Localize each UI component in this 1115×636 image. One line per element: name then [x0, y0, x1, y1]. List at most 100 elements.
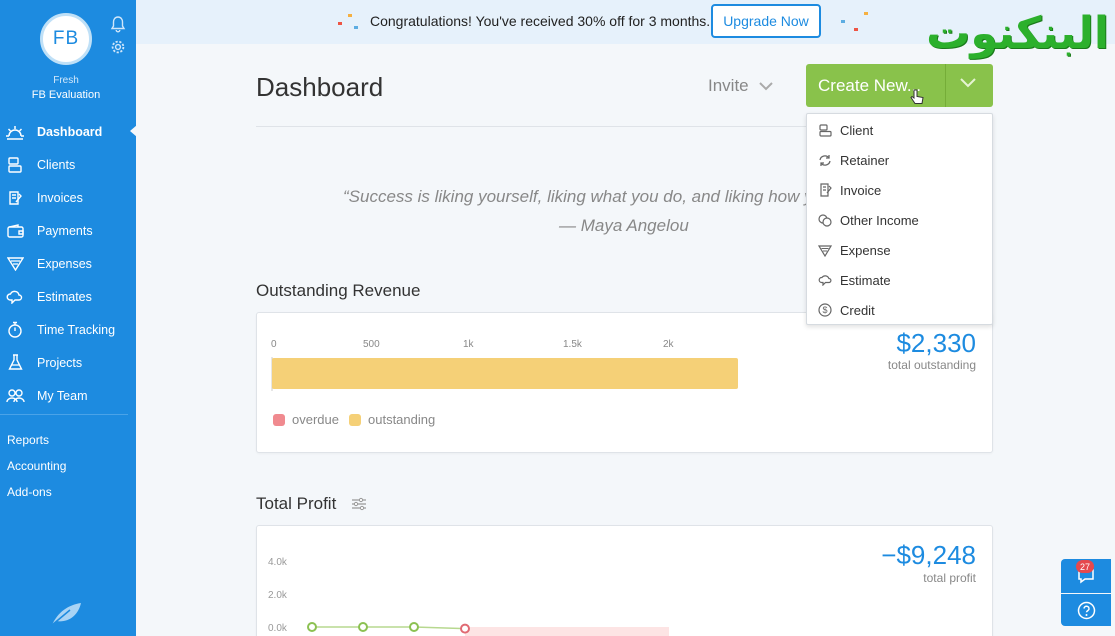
hand-cursor-icon [910, 89, 924, 104]
outstanding-amount: $2,330 [896, 328, 976, 358]
sidebar-item-time-tracking[interactable]: Time Tracking [0, 313, 136, 346]
dropdown-item-estimate[interactable]: Estimate [817, 272, 891, 288]
help-button[interactable] [1061, 594, 1111, 626]
confetti-icon [338, 22, 342, 25]
dropdown-item-invoice[interactable]: Invoice [817, 182, 881, 198]
total-profit-title: Total Profit [256, 494, 337, 513]
dollar-circle-icon: $ [817, 302, 833, 318]
sidebar-item-label: Projects [37, 355, 83, 370]
sidebar-nav: Dashboard Clients Invoices Payments Expe… [0, 115, 137, 412]
dropdown-item-client[interactable]: Client [817, 122, 873, 138]
wallet-icon [5, 221, 25, 241]
avatar[interactable]: FB [40, 13, 92, 65]
dropdown-item-label: Retainer [840, 152, 890, 168]
sidebar-item-payments[interactable]: Payments [0, 214, 136, 247]
expense-icon [5, 254, 25, 274]
dropdown-item-credit[interactable]: $ Credit [817, 302, 875, 318]
sidebar-item-invoices[interactable]: Invoices [0, 181, 136, 214]
gear-icon[interactable] [110, 39, 126, 55]
confetti-icon [841, 20, 845, 23]
sidebar: FB Fresh FB Evaluation Dashboard Clients… [0, 0, 137, 636]
dropdown-item-other-income[interactable]: Other Income [817, 212, 919, 228]
notification-badge: 27 [1076, 560, 1094, 573]
sidebar-link-add-ons[interactable]: Add-ons [7, 485, 66, 511]
filter-sliders-icon[interactable] [351, 497, 367, 511]
dropdown-item-label: Invoice [840, 182, 882, 198]
header-divider [256, 126, 806, 127]
sidebar-item-dashboard[interactable]: Dashboard [0, 115, 137, 148]
sidebar-item-clients[interactable]: Clients [0, 148, 136, 181]
confetti-icon [348, 14, 352, 17]
profit-amount: −$9,248 [881, 540, 976, 570]
sidebar-item-label: Invoices [37, 190, 83, 205]
quote-author: — Maya Angelou [559, 216, 689, 235]
question-circle-icon [1077, 601, 1095, 619]
sidebar-link-reports[interactable]: Reports [7, 433, 66, 459]
bar-outstanding[interactable] [272, 358, 738, 389]
org-name[interactable]: FB Evaluation [0, 89, 132, 101]
legend-swatch [349, 413, 361, 426]
dropdown-item-label: Other Income [840, 212, 919, 228]
legend-outstanding: outstanding [349, 412, 435, 427]
x-tick-label: 0 [271, 339, 277, 350]
create-new-dropdown: Client Retainer Invoice Other Income Exp… [806, 113, 993, 325]
legend-label: outstanding [368, 412, 436, 427]
client-icon [817, 122, 833, 138]
watermark-text: البنكنوت [926, 8, 1109, 59]
leaf-logo-icon[interactable] [50, 602, 82, 626]
upgrade-now-button[interactable]: Upgrade Now [711, 4, 821, 38]
org-subtitle: Fresh [53, 75, 79, 86]
total-profit-chart: 4.0k 2.0k 0.0k [268, 557, 669, 636]
quote-text: “Success is liking yourself, liking what… [343, 187, 806, 206]
profit-subtitle: total profit [923, 571, 976, 585]
sidebar-item-estimates[interactable]: Estimates [0, 280, 136, 313]
dropdown-item-label: Client [840, 122, 874, 138]
flask-icon [5, 353, 25, 373]
total-profit-card: 4.0k 2.0k 0.0k −$9,248 total profit [256, 525, 993, 636]
sidebar-item-label: Expenses [37, 256, 92, 271]
expense-icon [817, 242, 833, 258]
sidebar-item-projects[interactable]: Projects [0, 346, 136, 379]
y-tick-label: 0.0k [268, 623, 288, 634]
create-new-button[interactable]: Create New... [806, 64, 993, 107]
invite-button[interactable]: Invite [708, 76, 773, 96]
sidebar-item-label: Dashboard [37, 124, 103, 139]
cloud-icon [817, 272, 833, 288]
profit-point[interactable] [460, 623, 470, 634]
team-icon [5, 386, 25, 406]
svg-text:$: $ [822, 305, 827, 315]
dropdown-item-expense[interactable]: Expense [817, 242, 891, 258]
outstanding-revenue-card: 0 500 1k 1.5k 2k $2,330 total outstanding ov… [256, 312, 993, 453]
sidebar-item-label: Estimates [37, 289, 92, 304]
profit-point[interactable] [409, 622, 419, 632]
sidebar-item-label: Time Tracking [37, 322, 116, 337]
negative-area [465, 627, 669, 636]
outstanding-subtitle: total outstanding [887, 358, 976, 372]
legend-overdue: overdue [273, 412, 339, 427]
outstanding-revenue-chart: 0 500 1k 1.5k 2k [271, 339, 738, 391]
bell-icon[interactable] [110, 16, 126, 33]
sidebar-item-expenses[interactable]: Expenses [0, 247, 136, 280]
invoice-icon [817, 182, 833, 198]
chevron-down-icon[interactable] [960, 78, 976, 88]
create-new-label: Create New... [818, 76, 921, 95]
sun-icon [5, 122, 25, 142]
cloud-icon [5, 287, 25, 307]
refresh-icon [817, 152, 833, 168]
confetti-icon [864, 12, 868, 15]
outstanding-revenue-title: Outstanding Revenue [256, 281, 421, 300]
y-tick-label: 2.0k [268, 590, 288, 601]
confetti-icon [854, 28, 858, 31]
sidebar-item-my-team[interactable]: My Team [0, 379, 136, 412]
y-tick-label: 4.0k [268, 557, 288, 568]
dropdown-item-label: Expense [840, 242, 891, 258]
confetti-icon [354, 26, 358, 29]
profit-point[interactable] [307, 622, 317, 632]
legend-label: overdue [292, 412, 339, 427]
dropdown-item-retainer[interactable]: Retainer [817, 152, 889, 168]
x-tick-label: 2k [663, 339, 675, 350]
create-new-separator [945, 64, 946, 107]
sidebar-link-accounting[interactable]: Accounting [7, 459, 66, 485]
profit-point[interactable] [358, 622, 368, 632]
x-tick-label: 1k [463, 339, 475, 350]
